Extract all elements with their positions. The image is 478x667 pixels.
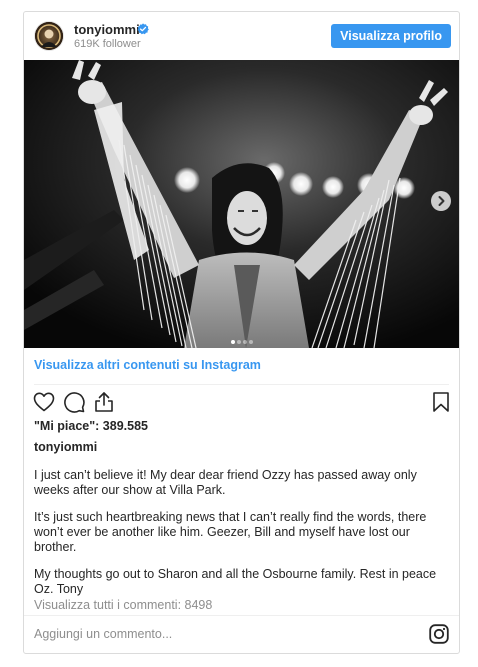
chevron-right-icon [438, 196, 445, 206]
comment-icon[interactable] [62, 390, 86, 414]
verified-badge-icon [137, 23, 149, 35]
caption-paragraph: My thoughts go out to Sharon and all the… [34, 567, 437, 596]
post-caption: I just can’t believe it! My dear dear fr… [34, 468, 452, 609]
view-profile-button[interactable]: Visualizza profilo [331, 24, 451, 48]
carousel-dot [249, 340, 253, 344]
instagram-icon[interactable] [429, 624, 449, 644]
divider [34, 384, 449, 385]
view-more-on-instagram-link[interactable]: Visualizza altri contenuti su Instagram [34, 358, 261, 372]
carousel-indicator [230, 331, 254, 344]
bookmark-icon[interactable] [429, 390, 453, 414]
caption-paragraph: I just can’t believe it! My dear dear fr… [34, 468, 417, 497]
action-bar [24, 390, 459, 414]
carousel-dot [243, 340, 247, 344]
carousel-next-button[interactable] [431, 191, 451, 211]
carousel-dot [231, 340, 235, 344]
view-all-comments-link[interactable]: Visualizza tutti i commenti: 8498 [34, 598, 212, 612]
avatar-icon [35, 22, 63, 50]
heart-icon[interactable] [32, 390, 56, 414]
share-icon[interactable] [92, 390, 116, 414]
post-header: tonyiommi 619K follower Visualizza profi… [24, 12, 459, 60]
add-comment-input[interactable]: Aggiungi un commento... [34, 627, 172, 641]
concert-photo [24, 60, 459, 348]
post-photo[interactable] [24, 60, 459, 348]
avatar[interactable] [35, 22, 63, 50]
caption-paragraph: It’s just such heartbreaking news that I… [34, 510, 427, 554]
instagram-embed-card: tonyiommi 619K follower Visualizza profi… [23, 11, 460, 654]
add-comment-bar: Aggiungi un commento... [24, 615, 459, 653]
follower-count: 619K follower [74, 38, 141, 50]
caption-author[interactable]: tonyiommi [34, 440, 97, 454]
likes-count[interactable]: "Mi piace": 389.585 [34, 419, 148, 433]
carousel-dot [237, 340, 241, 344]
username[interactable]: tonyiommi [74, 22, 140, 37]
